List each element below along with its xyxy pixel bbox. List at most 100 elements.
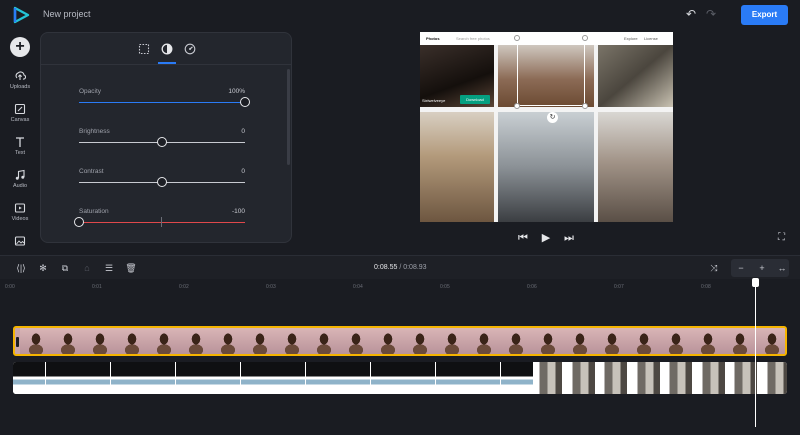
clip-frame xyxy=(532,328,564,354)
clip-frame xyxy=(340,328,372,354)
clip-frame xyxy=(180,328,212,354)
total-time: 0:08.93 xyxy=(403,264,427,271)
resize-handle[interactable] xyxy=(514,103,520,109)
skip-forward-icon[interactable]: ⏭ xyxy=(562,231,576,245)
export-button[interactable]: Export xyxy=(741,5,788,25)
sidebar-item-canvas[interactable]: Canvas xyxy=(0,103,40,123)
expand-icon[interactable]: ↔ xyxy=(775,261,789,275)
clip-frame xyxy=(276,328,308,354)
video-editor: New project ↶ ↷ Export + Uploads Canvas … xyxy=(0,0,800,435)
video-clip[interactable] xyxy=(13,362,787,394)
ruler-tick: 0:04 xyxy=(353,284,363,290)
clip-frame xyxy=(500,362,533,394)
clip-frame xyxy=(598,362,630,394)
layout-icon[interactable]: ☰ xyxy=(102,261,116,275)
clip-frame xyxy=(435,362,468,394)
active-tab-indicator xyxy=(158,62,176,64)
skip-back-icon[interactable]: ⏮ xyxy=(516,231,530,245)
ruler-tick: 0:05 xyxy=(440,284,450,290)
clip-frame xyxy=(760,362,787,394)
slider-knob[interactable] xyxy=(157,177,167,187)
clip-frame xyxy=(596,328,628,354)
current-time: 0:08.55 xyxy=(374,264,398,271)
panel-scrollbar[interactable] xyxy=(287,69,290,165)
timeline-ruler[interactable]: 0:00 0:01 0:02 0:03 0:04 0:05 0:06 0:07 0:08 xyxy=(0,279,800,299)
preview-photo xyxy=(598,112,673,222)
sidebar-item-label: Canvas xyxy=(10,117,30,123)
timecode: 0:08.55 / 0:08.93 xyxy=(374,264,427,271)
freeze-icon[interactable]: ✻ xyxy=(36,261,50,275)
clip-frame xyxy=(175,362,208,394)
play-icon[interactable]: ▶ xyxy=(539,231,553,245)
zoom-in-icon[interactable]: + xyxy=(755,261,769,275)
clip-frame xyxy=(143,362,175,394)
slider-knob[interactable] xyxy=(74,217,84,227)
clip-frame xyxy=(500,328,532,354)
app-logo-icon[interactable] xyxy=(12,6,30,24)
speed-icon[interactable] xyxy=(183,42,197,56)
video-preview[interactable]: Photos Search free photos Explore Licens… xyxy=(420,32,673,222)
sidebar-item-videos[interactable]: Videos xyxy=(0,202,40,222)
upload-icon xyxy=(15,71,26,80)
clip-frame xyxy=(13,362,45,394)
clear-icon[interactable]: ⌂ xyxy=(80,261,94,275)
video-clip-selected[interactable] xyxy=(13,326,787,356)
clip-frame xyxy=(370,362,403,394)
resize-handle[interactable] xyxy=(514,35,520,41)
clip-trim-handle-left[interactable] xyxy=(16,337,19,347)
duplicate-icon[interactable]: ⧉ xyxy=(58,261,72,275)
delete-icon[interactable]: 🗑 xyxy=(124,261,138,275)
contrast-label: Contrast xyxy=(79,168,104,175)
color-adjust-icon[interactable] xyxy=(160,42,174,56)
add-media-button[interactable]: + xyxy=(10,37,30,57)
preview-search: Search free photos xyxy=(456,36,490,41)
redo-icon[interactable]: ↷ xyxy=(706,8,718,20)
brightness-label: Brightness xyxy=(79,128,110,135)
slider-knob[interactable] xyxy=(240,97,250,107)
slider-track[interactable] xyxy=(79,222,245,223)
clip-frame xyxy=(756,328,785,354)
sidebar: + Uploads Canvas Text Audio Videos xyxy=(0,30,40,255)
saturation-label: Saturation xyxy=(79,208,109,215)
clip-frame xyxy=(338,362,370,394)
slider-knob[interactable] xyxy=(157,137,167,147)
rotate-icon[interactable]: ↻ xyxy=(547,112,558,123)
selection-box[interactable] xyxy=(517,38,585,106)
ruler-tick: 0:06 xyxy=(527,284,537,290)
playhead[interactable] xyxy=(755,284,756,427)
clip-frame xyxy=(663,362,695,394)
clip-frame xyxy=(305,362,338,394)
slider-track[interactable] xyxy=(79,102,245,103)
sidebar-item-text[interactable]: Text xyxy=(0,136,40,156)
undo-icon[interactable]: ↶ xyxy=(686,8,698,20)
clip-frame xyxy=(695,362,728,394)
clip-frame xyxy=(660,328,692,354)
clip-frame xyxy=(436,328,468,354)
panel-tab-bar xyxy=(41,33,291,65)
clip-frame xyxy=(628,328,660,354)
fit-icon[interactable]: ⤨ xyxy=(707,261,721,275)
split-icon[interactable]: ⟨|⟩ xyxy=(14,261,28,275)
brightness-value: 0 xyxy=(241,128,245,135)
clip-frame xyxy=(372,328,404,354)
sidebar-item-images[interactable] xyxy=(0,235,40,247)
video-icon xyxy=(14,203,26,213)
clip-frame xyxy=(208,362,240,394)
sidebar-item-audio[interactable]: Audio xyxy=(0,169,40,189)
clip-frame xyxy=(692,328,724,354)
project-title[interactable]: New project xyxy=(43,9,91,19)
clip-frame xyxy=(84,328,116,354)
clip-frame xyxy=(78,362,110,394)
sidebar-item-uploads[interactable]: Uploads xyxy=(0,70,40,90)
zoom-out-icon[interactable]: − xyxy=(734,261,748,275)
sidebar-item-label: Uploads xyxy=(9,84,31,90)
resize-handle[interactable] xyxy=(582,35,588,41)
clip-frame xyxy=(724,328,756,354)
preview-photo xyxy=(420,112,494,222)
clip-frame xyxy=(533,362,565,394)
transform-icon[interactable] xyxy=(137,42,151,56)
clip-frame xyxy=(565,362,598,394)
clip-frame xyxy=(20,328,52,354)
fullscreen-icon[interactable]: ⛶ xyxy=(778,232,790,244)
resize-handle[interactable] xyxy=(582,103,588,109)
